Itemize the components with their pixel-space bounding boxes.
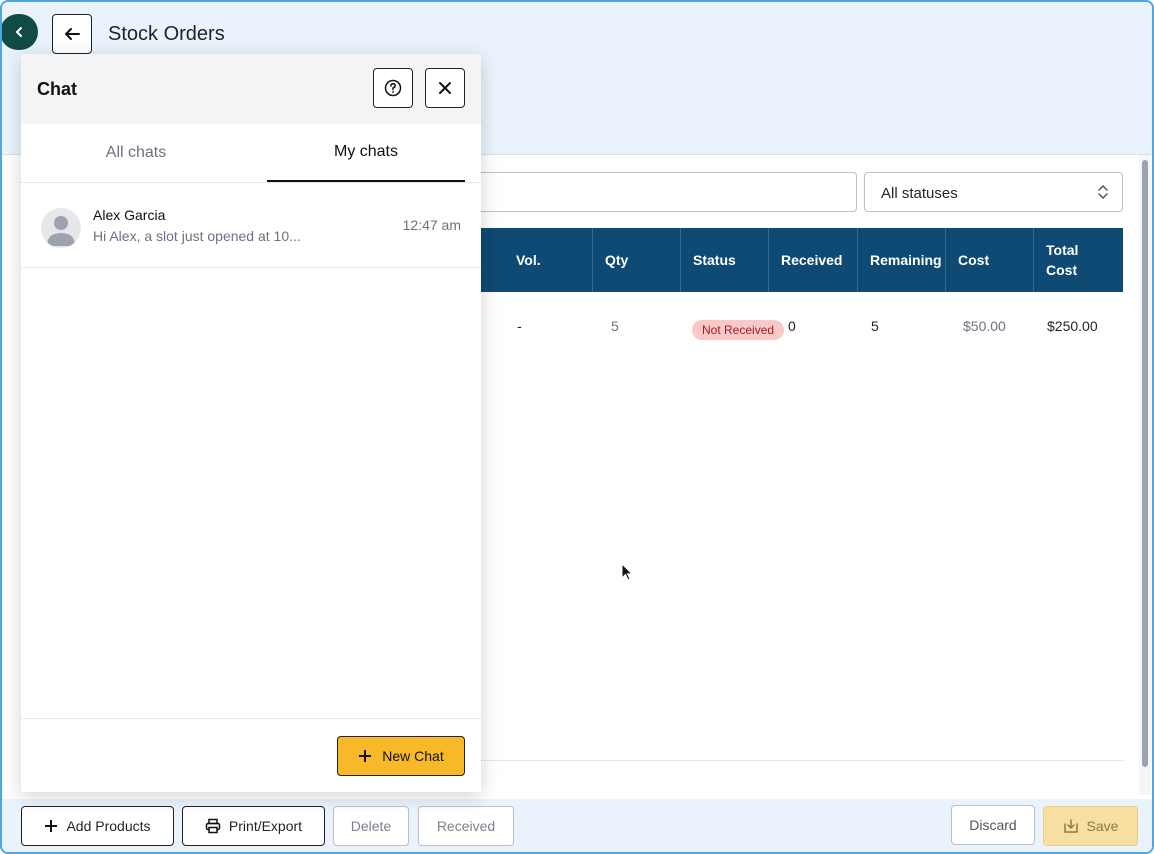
column-header-qty[interactable]: Qty xyxy=(593,228,681,292)
status-filter-select[interactable]: All statuses xyxy=(864,172,1123,212)
select-chevron-icon xyxy=(1098,184,1108,200)
close-chat-button[interactable] xyxy=(425,68,465,108)
chat-message-preview: Hi Alex, a slot just opened at 10... xyxy=(93,228,301,244)
back-button[interactable] xyxy=(52,14,92,54)
sidebar-toggle-button[interactable] xyxy=(2,14,38,50)
cell-cost: $50.00 xyxy=(963,318,1006,334)
help-icon xyxy=(384,79,402,97)
chat-contact-name: Alex Garcia xyxy=(93,207,166,223)
print-export-label: Print/Export xyxy=(228,818,303,834)
mouse-cursor-icon xyxy=(621,563,634,581)
column-header-total-cost[interactable]: Total Cost xyxy=(1034,228,1094,292)
chat-footer: New Chat xyxy=(21,718,481,792)
table-row[interactable]: - 5 0 Not Received 5 $50.00 $250.00 xyxy=(472,292,1123,362)
search-input[interactable] xyxy=(472,172,857,212)
arrow-left-icon xyxy=(65,28,80,40)
discard-label: Discard xyxy=(969,817,1017,833)
help-button[interactable] xyxy=(373,68,413,108)
add-products-button[interactable]: Add Products xyxy=(21,806,174,846)
status-filter-value: All statuses xyxy=(881,185,958,202)
received-label: Received xyxy=(436,818,496,834)
chat-list-item[interactable]: Alex Garcia Hi Alex, a slot just opened … xyxy=(21,183,481,268)
discard-button[interactable]: Discard xyxy=(951,805,1035,845)
chevron-left-icon xyxy=(15,27,22,37)
column-header-vol[interactable]: Vol. xyxy=(504,228,593,292)
add-products-label: Add Products xyxy=(66,818,151,834)
save-icon xyxy=(1063,819,1078,833)
plus-icon xyxy=(359,750,372,762)
scrollbar[interactable] xyxy=(1139,155,1151,795)
cell-vol: - xyxy=(517,318,522,334)
received-button[interactable]: Received xyxy=(418,806,514,846)
save-button[interactable]: Save xyxy=(1043,806,1138,846)
print-export-button[interactable]: Print/Export xyxy=(182,806,325,846)
column-header-remaining[interactable]: Remaining xyxy=(858,228,946,292)
table-divider xyxy=(472,760,1123,761)
plus-icon xyxy=(45,820,58,832)
delete-button[interactable]: Delete xyxy=(333,806,409,846)
new-chat-label: New Chat xyxy=(382,748,444,764)
chat-panel: Chat All chats My chats Alex Garcia Hi A… xyxy=(21,54,481,792)
cell-qty: 5 xyxy=(611,318,619,334)
close-icon xyxy=(439,82,451,94)
chat-timestamp: 12:47 am xyxy=(402,217,461,233)
table-header: Vol. Qty Status Received Remaining Cost … xyxy=(472,228,1123,292)
avatar xyxy=(41,208,81,248)
scrollbar-thumb[interactable] xyxy=(1142,160,1148,767)
cell-total-cost: $250.00 xyxy=(1047,318,1098,334)
app-window: Stock Orders All statuses Vol. Qty Statu… xyxy=(0,0,1154,854)
tab-my-chats[interactable]: My chats xyxy=(267,124,465,182)
page-title: Stock Orders xyxy=(108,23,225,45)
cell-remaining: 5 xyxy=(871,318,879,334)
new-chat-button[interactable]: New Chat xyxy=(337,736,465,776)
column-header-status[interactable]: Status xyxy=(681,228,769,292)
printer-icon xyxy=(205,818,221,834)
delete-label: Delete xyxy=(350,818,392,834)
chat-title: Chat xyxy=(37,79,77,99)
user-avatar-icon xyxy=(47,216,75,246)
tab-all-chats[interactable]: All chats xyxy=(21,124,251,182)
column-header-received[interactable]: Received xyxy=(769,228,858,292)
status-badge: Not Received xyxy=(692,320,785,340)
column-header-cost[interactable]: Cost xyxy=(946,228,1034,292)
save-label: Save xyxy=(1086,818,1119,834)
chat-header: Chat xyxy=(21,54,481,124)
cell-received: 0 xyxy=(788,318,796,334)
